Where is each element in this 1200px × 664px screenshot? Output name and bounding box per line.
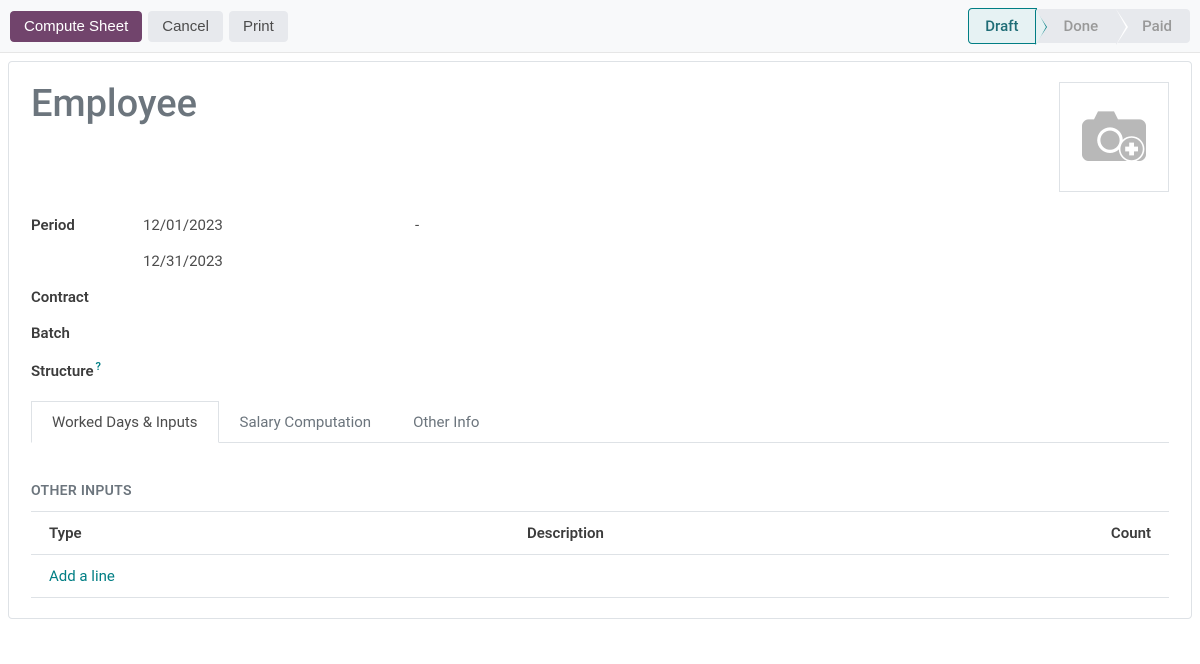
status-pipeline: Draft Done Paid — [968, 8, 1190, 44]
other-inputs-table: Type Description Count Add a line — [31, 511, 1169, 598]
field-batch: Batch — [31, 324, 1169, 342]
tab-other-info[interactable]: Other Info — [392, 401, 500, 443]
page-title: Employee — [31, 82, 197, 126]
tab-salary-computation[interactable]: Salary Computation — [219, 401, 393, 443]
status-step-draft[interactable]: Draft — [968, 8, 1037, 44]
period-to[interactable]: 12/31/2023 — [143, 252, 403, 270]
field-contract: Contract — [31, 288, 1169, 306]
status-step-done[interactable]: Done — [1037, 9, 1116, 43]
employee-image-upload[interactable] — [1059, 82, 1169, 192]
toolbar-left: Compute Sheet Cancel Print — [10, 11, 288, 42]
print-button[interactable]: Print — [229, 11, 288, 42]
form-header: Employee — [31, 82, 1169, 192]
table-header-row: Type Description Count — [31, 512, 1169, 555]
action-toolbar: Compute Sheet Cancel Print Draft Done Pa… — [0, 0, 1200, 53]
tab-content: OTHER INPUTS Type Description Count Add … — [31, 443, 1169, 598]
cancel-button[interactable]: Cancel — [148, 11, 223, 42]
form-sheet: Employee Period 12/01/2023 12/31/2023 - — [8, 61, 1192, 619]
table-row: Add a line — [31, 555, 1169, 598]
tab-worked-days-inputs[interactable]: Worked Days & Inputs — [31, 401, 219, 443]
col-type: Type — [31, 512, 509, 555]
compute-sheet-button[interactable]: Compute Sheet — [10, 11, 142, 42]
help-icon[interactable]: ? — [96, 360, 101, 373]
col-count: Count — [1032, 512, 1169, 555]
period-separator: - — [415, 216, 419, 234]
camera-plus-icon — [1074, 102, 1154, 172]
col-description: Description — [509, 512, 1032, 555]
field-structure: Structure? — [31, 360, 1169, 380]
field-period: Period 12/01/2023 12/31/2023 - — [31, 216, 1169, 270]
tabs: Worked Days & Inputs Salary Computation … — [31, 400, 1169, 443]
structure-label: Structure? — [31, 360, 143, 380]
period-label: Period — [31, 216, 143, 234]
contract-label: Contract — [31, 288, 143, 306]
period-value: 12/01/2023 12/31/2023 - — [143, 216, 419, 270]
period-from[interactable]: 12/01/2023 — [143, 216, 403, 234]
add-line-link[interactable]: Add a line — [49, 567, 115, 585]
batch-label: Batch — [31, 324, 143, 342]
other-inputs-title: OTHER INPUTS — [31, 483, 1169, 499]
form-fields: Period 12/01/2023 12/31/2023 - Contract … — [31, 216, 1169, 380]
